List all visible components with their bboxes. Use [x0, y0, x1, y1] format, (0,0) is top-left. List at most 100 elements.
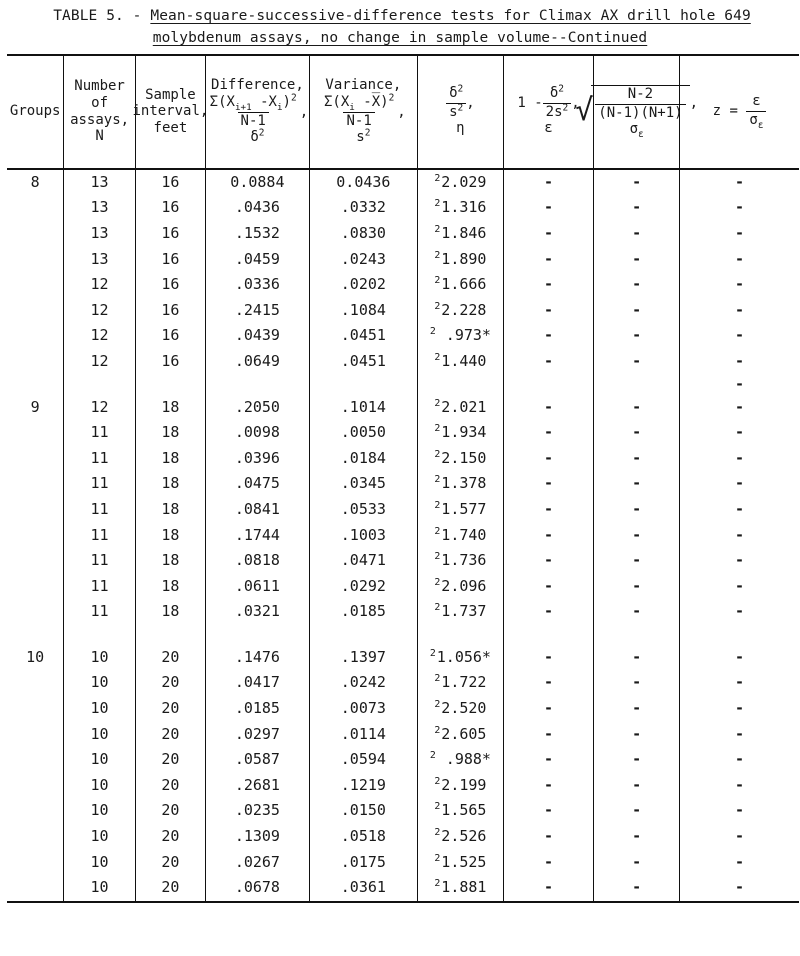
cell-sigma-epsilon: -: [593, 772, 680, 799]
cell-number-of-assays: 11: [63, 445, 136, 472]
cell-difference: [205, 374, 310, 395]
empty-dash: -: [544, 647, 554, 666]
cell-epsilon: -: [502, 721, 594, 747]
empty-dash: -: [735, 878, 745, 897]
cell-sigma-epsilon: -: [593, 599, 680, 625]
cell-z: -: [679, 695, 799, 722]
empty-dash: -: [735, 827, 745, 846]
footnote-marker: 2: [434, 198, 441, 210]
col-header-eta: δ2 s2 , η: [416, 53, 504, 170]
cell-number-of-assays: 13: [63, 220, 136, 247]
cell-number-of-assays: 12: [63, 394, 136, 420]
table-row: 8 13 16 0.0884 0.0436 22.029 - - -: [7, 168, 799, 196]
caption-text-1: Mean-square-successive-difference tests …: [150, 8, 751, 24]
cell-group: [7, 874, 64, 903]
cell-variance: .0202: [308, 271, 418, 298]
table-row: 10 20.0297.0114 22.605 - - -: [7, 721, 799, 747]
exponent-2: 2: [290, 92, 297, 104]
cell-sigma-epsilon: -: [593, 573, 680, 599]
table-row: 13 16.0436.0332 21.316 - - -: [7, 195, 799, 221]
empty-dash: -: [632, 699, 642, 718]
table-row: 10 20.1309.0518 22.526 - - -: [7, 823, 799, 850]
cell-variance: .0073: [308, 695, 418, 722]
cell-variance: [308, 374, 418, 395]
footnote-marker: 2: [434, 576, 441, 588]
cell-sample-interval: 20: [134, 644, 206, 671]
cell-sample-interval: 18: [134, 394, 206, 420]
cell-eta: 21.378: [416, 471, 504, 497]
col-header-groups-label: Groups: [9, 103, 61, 120]
cell-difference: .0587: [205, 746, 310, 773]
cell-sample-interval: [134, 624, 206, 645]
s-glyph: s: [449, 103, 458, 120]
footnote-marker: 2: [434, 275, 441, 287]
empty-dash: -: [544, 275, 554, 294]
z-formula: z = ε σε: [713, 94, 767, 130]
delta-glyph: δ: [449, 85, 458, 102]
cell-variance: .0150: [308, 798, 418, 824]
cell-group: [7, 420, 64, 446]
cell-eta: [416, 624, 504, 645]
footnote-marker: 2: [434, 423, 441, 435]
cell-sample-interval: 16: [134, 195, 206, 221]
interval-line-2: interval,: [132, 103, 209, 120]
sigma-x-term: Σ(X: [323, 93, 350, 110]
epsilon-symbol: ε: [544, 120, 553, 137]
empty-dash: -: [632, 878, 642, 897]
cell-difference: .0417: [205, 670, 310, 696]
cell-z: -: [679, 394, 799, 420]
table-row: 10 20.0587.0594 2 .988* - - -: [7, 746, 799, 773]
cell-eta: 21.316: [416, 195, 504, 221]
cell-difference: .0841: [205, 496, 310, 523]
cell-epsilon: -: [502, 849, 594, 875]
cell-number-of-assays: 11: [63, 547, 136, 574]
block-spacer-row: -: [7, 374, 799, 395]
square-root-icon: √ N-2 (N-1)(N+1): [575, 85, 690, 125]
cell-eta: 22.526: [416, 823, 504, 850]
empty-dash: -: [735, 576, 745, 595]
cell-eta: 22.199: [416, 772, 504, 799]
cell-sample-interval: 20: [134, 772, 206, 799]
assays-line-3: assays,: [70, 111, 130, 128]
footnote-marker: 2: [434, 551, 441, 563]
s-glyph: s: [356, 129, 365, 146]
cell-group: [7, 297, 64, 323]
cell-difference: .0649: [205, 348, 310, 375]
cell-epsilon: -: [502, 496, 594, 523]
cell-number-of-assays: 13: [63, 246, 136, 272]
empty-dash: -: [632, 576, 642, 595]
cell-difference: .0235: [205, 798, 310, 824]
cell-sigma-epsilon: -: [593, 746, 680, 773]
cell-sigma-epsilon: -: [593, 271, 680, 298]
empty-dash: -: [632, 198, 642, 217]
assay-data-table: Groups Number of assays, N Sample interv…: [7, 53, 799, 903]
cell-sample-interval: 18: [134, 445, 206, 472]
footnote-marker: 2: [434, 673, 441, 685]
empty-dash: -: [632, 351, 642, 370]
cell-eta: 22.150: [416, 445, 504, 472]
empty-dash: -: [632, 673, 642, 692]
empty-dash: -: [735, 198, 745, 217]
table-body: 8 13 16 0.0884 0.0436 22.029- - -13 16.0436.0332…: [7, 168, 799, 903]
sigma-x-term: Σ(X: [209, 93, 235, 110]
empty-dash: -: [544, 827, 554, 846]
sigma-glyph: σ: [629, 121, 639, 138]
empty-dash: -: [544, 750, 554, 769]
delta-exponent: 2: [457, 83, 464, 95]
empty-dash: -: [632, 525, 642, 544]
cell-eta: 21.525: [416, 849, 504, 875]
cell-group: [7, 849, 64, 875]
sigma-comma: ,: [689, 94, 699, 111]
table-number: TABLE 5. -: [53, 8, 151, 24]
table-row: 11 18.0841.0533 21.577 - - -: [7, 496, 799, 523]
cell-difference: 0.0884: [205, 168, 310, 196]
table-row: 10 20.0417.0242 21.722 - - -: [7, 670, 799, 696]
cell-sigma-epsilon: -: [593, 246, 680, 272]
cell-number-of-assays: [63, 374, 136, 395]
cell-epsilon: -: [502, 874, 594, 903]
sigma-fraction: N-2 (N-1)(N+1): [595, 86, 686, 121]
s-exponent: 2: [364, 127, 371, 139]
empty-dash: -: [735, 775, 745, 794]
footnote-marker: 2: [434, 878, 441, 890]
empty-dash: -: [544, 397, 554, 416]
